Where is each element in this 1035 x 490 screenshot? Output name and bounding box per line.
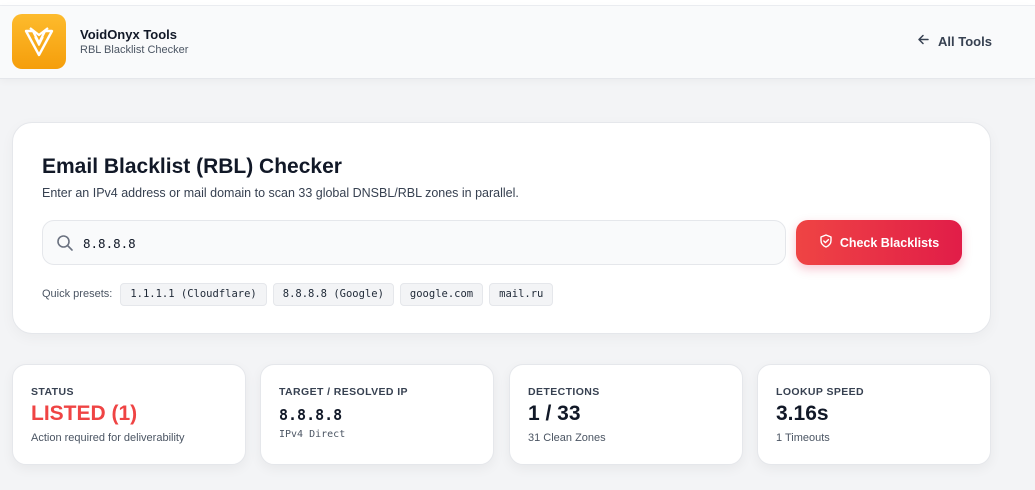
status-label: STATUS [31,386,74,398]
quick-presets: Quick presets: 1.1.1.1 (Cloudflare) 8.8.… [42,282,559,306]
arrow-left-icon [917,33,930,49]
preset-chip[interactable]: google.com [399,282,484,306]
page-title: Email Blacklist (RBL) Checker [42,155,342,178]
shield-check-icon [819,234,833,251]
detections-note: 31 Clean Zones [528,432,606,444]
target-ip-note: IPv4 Direct [279,429,346,440]
status-note: Action required for deliverability [31,432,185,444]
quick-presets-label: Quick presets: [42,288,113,300]
detections-label: DETECTIONS [528,386,600,398]
search-box [42,220,786,265]
check-blacklists-button[interactable]: Check Blacklists [796,220,962,265]
brand-subtitle: RBL Blacklist Checker [80,44,189,56]
check-blacklists-label: Check Blacklists [839,235,940,250]
target-ip-label: TARGET / RESOLVED IP [279,386,408,398]
target-ip-card: TARGET / RESOLVED IP 8.8.8.8 IPv4 Direct [260,364,494,465]
all-tools-label: All Tools [938,33,992,49]
lookup-speed-label: LOOKUP SPEED [776,386,865,398]
preset-chip[interactable]: 1.1.1.1 (Cloudflare) [120,282,267,306]
search-icon [56,234,74,257]
preset-chip[interactable]: 8.8.8.8 (Google) [272,282,394,306]
all-tools-link[interactable]: All Tools [917,32,992,50]
page-description: Enter an IPv4 address or mail domain to … [42,186,519,200]
target-input[interactable] [83,231,773,255]
lookup-speed-value: 3.16s [776,402,829,425]
detections-value: 1 / 33 [528,402,581,425]
checker-card: Email Blacklist (RBL) Checker Enter an I… [12,122,991,334]
preset-chip[interactable]: mail.ru [489,282,554,306]
lookup-speed-note: 1 Timeouts [776,432,830,444]
target-ip-value: 8.8.8.8 [279,406,343,424]
status-card: STATUS LISTED (1) Action required for de… [12,364,246,465]
app-header: VoidOnyx Tools RBL Blacklist Checker All… [0,6,1035,79]
detections-card: DETECTIONS 1 / 33 31 Clean Zones [509,364,743,465]
voidonyx-logo-icon[interactable] [12,14,66,69]
status-value: LISTED (1) [31,402,138,425]
lookup-speed-card: LOOKUP SPEED 3.16s 1 Timeouts [757,364,991,465]
brand-title: VoidOnyx Tools [80,27,178,42]
